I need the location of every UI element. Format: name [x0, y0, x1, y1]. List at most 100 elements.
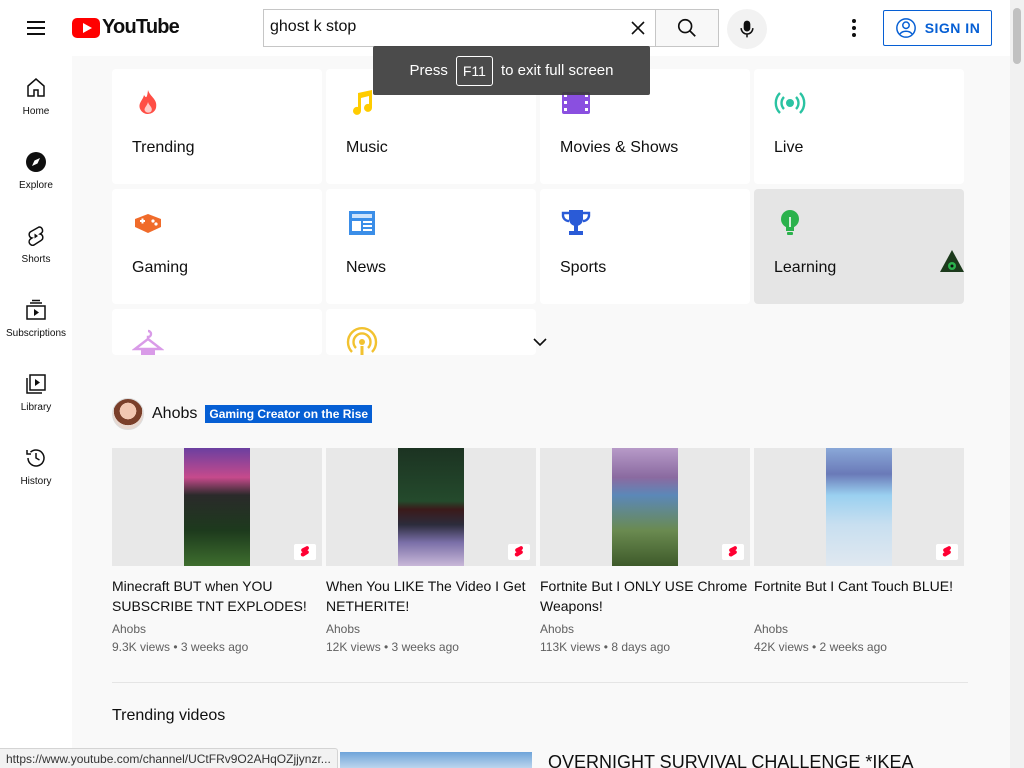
sidebar-label-explore: Explore — [19, 180, 53, 191]
compass-icon — [26, 152, 46, 172]
category-label: Movies & Shows — [560, 139, 679, 156]
hanger-icon — [132, 329, 164, 355]
trending-video-thumbnail[interactable] — [340, 752, 532, 768]
category-label: Gaming — [132, 259, 189, 276]
category-label: Sports — [560, 259, 607, 276]
sidebar-item-home[interactable]: Home — [0, 56, 72, 130]
sidebar-item-shorts[interactable]: Shorts — [0, 204, 72, 278]
mini-guide-sidebar: Home Explore Shorts Subscriptions Librar… — [0, 56, 72, 768]
category-label: Music — [346, 139, 388, 156]
youtube-play-logo-icon — [72, 17, 100, 38]
newspaper-icon — [349, 211, 375, 235]
video-thumbnail[interactable] — [540, 448, 750, 566]
video-channel-name[interactable]: Ahobs — [540, 622, 750, 636]
shorts-badge-icon — [508, 544, 530, 560]
search-icon — [677, 18, 696, 37]
video-title[interactable]: Fortnite But I Cant Touch BLUE! — [754, 576, 964, 616]
video-channel-name[interactable]: Ahobs — [754, 622, 964, 636]
video-channel-name[interactable]: Ahobs — [112, 622, 322, 636]
youtube-logo[interactable]: YouTube — [72, 16, 180, 39]
youtube-app: YouTube SIGN IN Home Explore Shorts — [0, 0, 1024, 768]
category-label: Learning — [774, 259, 837, 276]
channel-avatar[interactable] — [112, 398, 144, 430]
page-scrollbar[interactable] — [1010, 0, 1024, 768]
category-podcasts[interactable] — [326, 309, 536, 355]
category-label: News — [346, 259, 387, 276]
lightbulb-icon — [781, 210, 799, 235]
voice-search-button[interactable] — [727, 9, 767, 49]
thumbnail-image — [184, 448, 250, 566]
fullscreen-exit-toast: Press F11 to exit full screen — [373, 46, 650, 95]
thumbnail-image — [398, 448, 464, 566]
settings-more-icon[interactable] — [838, 12, 870, 44]
shorts-badge-icon — [294, 544, 316, 560]
shelf-divider — [112, 682, 968, 683]
video-thumbnail[interactable] — [326, 448, 536, 566]
sign-in-button[interactable]: SIGN IN — [883, 10, 992, 46]
live-icon — [774, 92, 806, 114]
toast-key: F11 — [455, 55, 493, 86]
channel-name[interactable]: Ahobs — [152, 405, 197, 423]
toast-rest-text: to exit full screen — [500, 62, 614, 79]
trending-section-title: Trending videos — [112, 707, 226, 724]
thumbnail-image — [826, 448, 892, 566]
video-metadata: 113K views • 8 days ago — [540, 640, 671, 654]
channel-shelf-header: Ahobs Gaming Creator on the Rise — [112, 398, 373, 430]
trophy-icon — [561, 210, 591, 235]
link-status-bar: https://www.youtube.com/channel/UCtFRv9O… — [0, 748, 338, 768]
sidebar-item-library[interactable]: Library — [0, 352, 72, 426]
hamburger-menu-icon[interactable] — [16, 10, 56, 46]
sidebar-item-subscriptions[interactable]: Subscriptions — [0, 278, 72, 352]
category-live[interactable]: Live — [754, 69, 964, 184]
category-news[interactable]: News — [326, 189, 536, 304]
browse-content: Trending Music Movies & Shows Live Gamin… — [72, 56, 1010, 768]
video-title[interactable]: When You LIKE The Video I Get NETHERITE! — [326, 576, 536, 616]
subscriptions-icon — [26, 299, 46, 320]
logo-text: YouTube — [102, 16, 180, 38]
search-input[interactable] — [270, 18, 610, 36]
sidebar-item-explore[interactable]: Explore — [0, 130, 72, 204]
cursor-extension-icon — [940, 250, 964, 272]
gamepad-icon — [135, 214, 161, 233]
scrollbar-thumb[interactable] — [1013, 8, 1021, 64]
history-icon — [26, 449, 45, 467]
video-thumbnail[interactable] — [112, 448, 322, 566]
flame-icon — [139, 90, 157, 115]
video-card[interactable]: Fortnite But I Cant Touch BLUE! Ahobs 42… — [754, 448, 964, 654]
sidebar-item-history[interactable]: History — [0, 426, 72, 500]
search-box — [263, 9, 656, 47]
thumbnail-image — [612, 448, 678, 566]
sidebar-label-home: Home — [22, 106, 50, 117]
category-label: Live — [774, 139, 804, 156]
category-gaming[interactable]: Gaming — [112, 189, 322, 304]
category-sports[interactable]: Sports — [540, 189, 750, 304]
video-metadata: 42K views • 2 weeks ago — [754, 640, 887, 654]
library-icon — [26, 374, 46, 394]
video-channel-name[interactable]: Ahobs — [326, 622, 536, 636]
sidebar-label-subscriptions: Subscriptions — [5, 328, 67, 339]
microphone-icon — [740, 20, 754, 38]
home-icon — [27, 78, 45, 97]
shorts-badge-icon — [722, 544, 744, 560]
video-card[interactable]: When You LIKE The Video I Get NETHERITE!… — [326, 448, 536, 654]
chevron-down-icon[interactable] — [528, 330, 552, 354]
trending-video-title[interactable]: OVERNIGHT SURVIVAL CHALLENGE *IKEA — [548, 752, 913, 768]
video-thumbnail[interactable] — [754, 448, 964, 566]
category-trending[interactable]: Trending — [112, 69, 322, 184]
search-button[interactable] — [655, 9, 719, 47]
video-card[interactable]: Fortnite But I ONLY USE Chrome Weapons! … — [540, 448, 750, 654]
toast-press-text: Press — [409, 62, 448, 79]
video-card[interactable]: Minecraft BUT when YOU SUBSCRIBE TNT EXP… — [112, 448, 322, 654]
video-metadata: 12K views • 3 weeks ago — [326, 640, 459, 654]
sidebar-label-shorts: Shorts — [21, 254, 51, 265]
shorts-icon — [28, 226, 44, 247]
category-fashion-beauty[interactable] — [112, 309, 322, 355]
category-label: Trending — [132, 139, 195, 156]
sidebar-label-library: Library — [20, 402, 52, 413]
clear-search-icon[interactable] — [630, 20, 646, 36]
video-title[interactable]: Fortnite But I ONLY USE Chrome Weapons! — [540, 576, 750, 616]
video-metadata: 9.3K views • 3 weeks ago — [112, 640, 249, 654]
podcast-icon — [346, 327, 378, 355]
category-learning[interactable]: Learning — [754, 189, 964, 304]
video-title[interactable]: Minecraft BUT when YOU SUBSCRIBE TNT EXP… — [112, 576, 322, 616]
